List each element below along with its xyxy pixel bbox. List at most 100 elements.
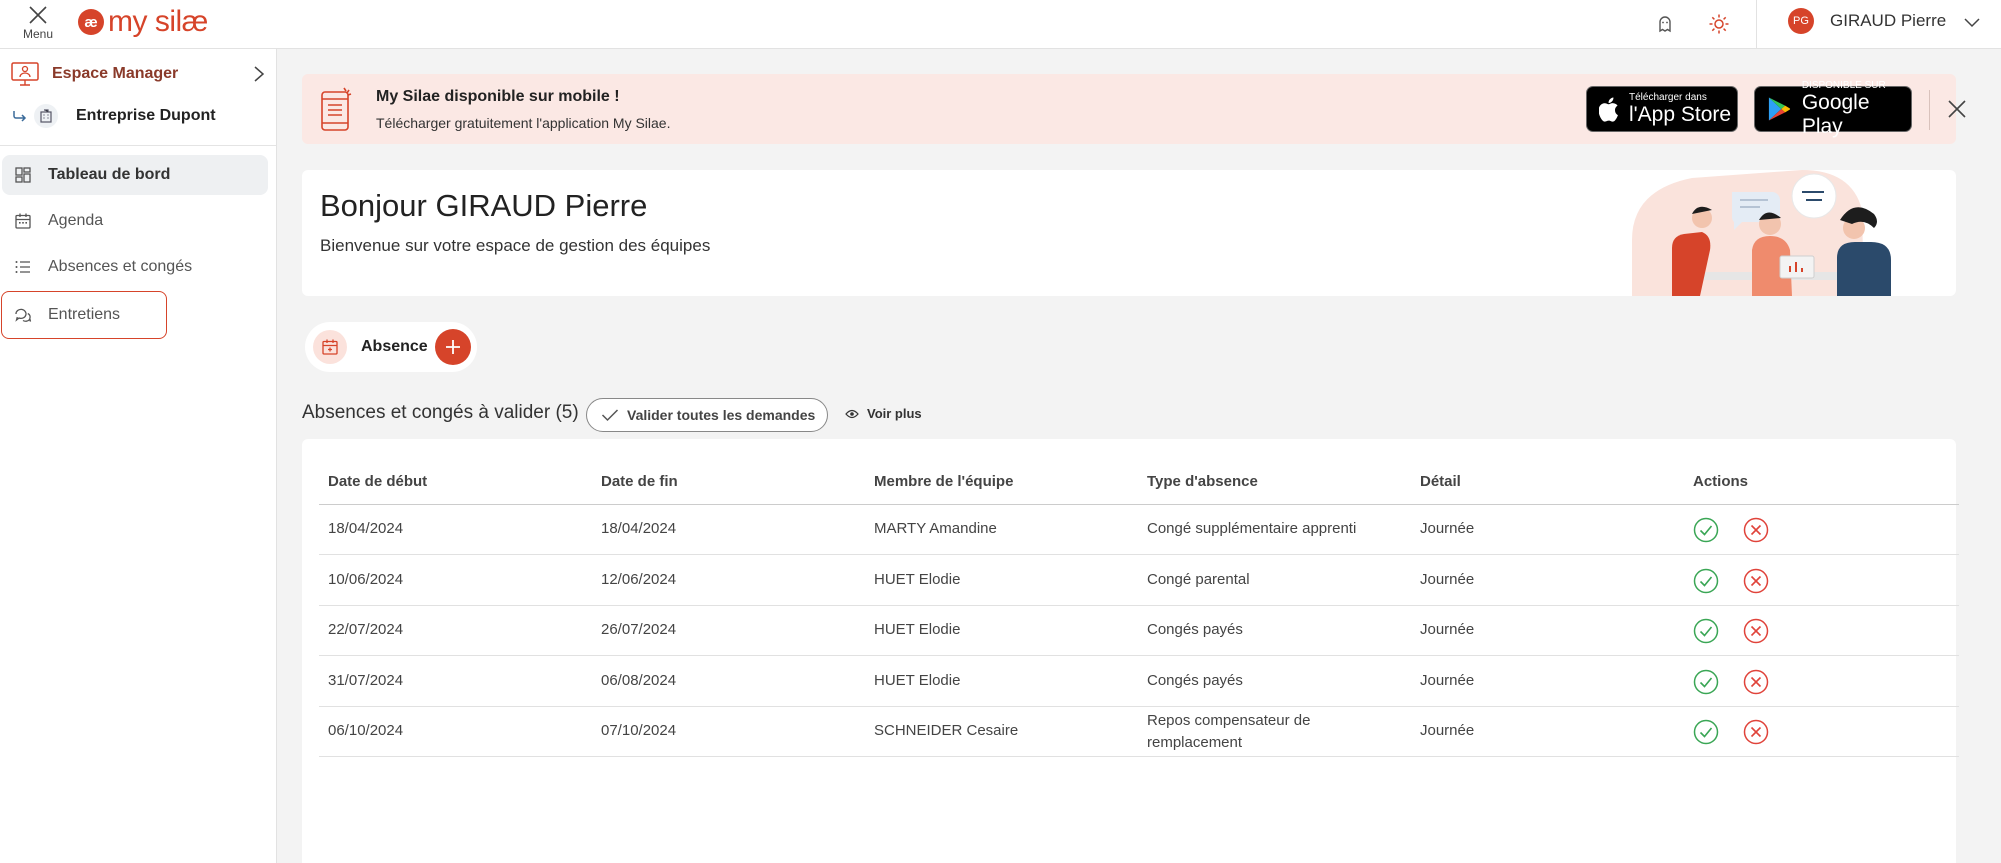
- welcome-subtitle: Bienvenue sur votre espace de gestion de…: [320, 236, 711, 255]
- space-selector[interactable]: Espace Manager: [10, 59, 267, 89]
- space-label: Espace Manager: [52, 65, 179, 82]
- close-icon[interactable]: [1946, 98, 1968, 120]
- table-row: 31/07/2024 06/08/2024 HUET Elodie Congés pa…: [319, 657, 1959, 707]
- cell-end: 18/04/2024: [601, 520, 677, 537]
- approve-icon[interactable]: [1693, 568, 1719, 594]
- absence-label: Absence: [361, 338, 428, 355]
- user-name[interactable]: GIRAUD Pierre: [1830, 11, 1946, 31]
- reject-icon[interactable]: [1743, 669, 1769, 695]
- theme-toggle-button[interactable]: [1704, 9, 1734, 39]
- banner-divider: [1929, 90, 1930, 130]
- menu-button[interactable]: Menu: [18, 4, 58, 44]
- see-more-link[interactable]: Voir plus: [845, 406, 922, 421]
- manager-space-icon: [11, 62, 39, 86]
- column-header[interactable]: Date de fin: [601, 473, 678, 490]
- cell-start: 10/06/2024: [328, 570, 404, 588]
- topbar-divider: [1756, 0, 1757, 49]
- app-store-big-text: l'App Store: [1629, 102, 1732, 126]
- mobile-app-banner: My Silae disponible sur mobile ! Télécha…: [302, 74, 1966, 144]
- cell-member: MARTY Amandine: [874, 520, 997, 537]
- logo[interactable]: æ my silæ: [78, 4, 208, 40]
- sub-arrow-icon: [13, 111, 27, 122]
- menu-label: Menu: [22, 27, 54, 41]
- cell-start: 18/04/2024: [328, 520, 404, 537]
- validations-table: Date de début Date de fin Membre de l'éq…: [302, 439, 1959, 863]
- sidebar-item-agenda[interactable]: Agenda: [2, 201, 268, 241]
- validate-all-button[interactable]: Valider toutes les demandes: [586, 398, 828, 432]
- plus-icon: [446, 340, 460, 354]
- absence-quick-action: Absence: [305, 322, 477, 372]
- cell-member: SCHNEIDER Cesaire: [874, 722, 1019, 739]
- apple-icon: [1599, 97, 1618, 122]
- calendar-icon: [15, 213, 31, 229]
- validate-all-label: Valider toutes les demandes: [627, 407, 816, 423]
- list-icon: [15, 261, 30, 273]
- sidebar-item-absences[interactable]: Absences et congés: [2, 247, 268, 287]
- company-icon: [34, 104, 58, 128]
- validations-title: Absences et congés à valider (5): [302, 402, 579, 423]
- column-header[interactable]: Membre de l'équipe: [874, 473, 1013, 490]
- banner-title: My Silae disponible sur mobile !: [376, 88, 620, 105]
- sidebar-item-label: Entretiens: [48, 306, 121, 323]
- add-absence-button[interactable]: [435, 329, 471, 365]
- absence-icon-wrap: [313, 330, 347, 364]
- welcome-title: Bonjour GIRAUD Pierre: [320, 188, 648, 223]
- cell-detail: Journée: [1420, 722, 1475, 739]
- reject-icon[interactable]: [1743, 568, 1769, 594]
- cell-detail: Journée: [1420, 671, 1475, 689]
- table-row: 18/04/2024 18/04/2024 MARTY Amandine Congé …: [319, 505, 1959, 555]
- cell-detail: Journée: [1420, 570, 1475, 588]
- cell-detail: Journée: [1420, 621, 1475, 638]
- sidebar-item-label: Tableau de bord: [48, 166, 171, 183]
- company-selector[interactable]: Entreprise Dupont: [12, 101, 269, 131]
- team-meeting-illustration: [1632, 170, 1891, 296]
- reject-icon[interactable]: [1743, 618, 1769, 644]
- app-store-button[interactable]: Télécharger dans l'App Store: [1586, 86, 1738, 132]
- chevron-down-icon[interactable]: [1962, 12, 1982, 32]
- approve-icon[interactable]: [1693, 618, 1719, 644]
- cell-start: 31/07/2024: [328, 671, 404, 689]
- approve-icon[interactable]: [1693, 669, 1719, 695]
- welcome-card: Bonjour GIRAUD Pierre Bienvenue sur votr…: [302, 170, 1956, 296]
- cell-type: Congé supplémentaire apprenti: [1147, 520, 1357, 537]
- google-play-big-text: Google Play: [1801, 90, 1870, 138]
- sidebar-item-dashboard[interactable]: Tableau de bord: [2, 155, 268, 195]
- reject-icon[interactable]: [1743, 719, 1769, 745]
- ghost-button[interactable]: [1650, 9, 1680, 39]
- google-play-button[interactable]: DISPONIBLE SUR Google Play: [1754, 80, 1912, 138]
- sidebar: Espace Manager Entreprise Dupont Tableau…: [0, 49, 277, 863]
- phone-app-icon: [321, 87, 352, 131]
- cell-type-line: Repos compensateur de: [1147, 712, 1311, 729]
- cell-detail: Journée: [1420, 520, 1475, 537]
- sidebar-item-entretiens[interactable]: Entretiens: [1, 291, 167, 339]
- sidebar-divider: [0, 145, 276, 146]
- see-more-label: Voir plus: [867, 406, 922, 421]
- cell-type-line: remplacement: [1147, 734, 1243, 751]
- column-header[interactable]: Type d'absence: [1147, 473, 1258, 490]
- company-label: Entreprise Dupont: [76, 107, 216, 124]
- sun-icon: [1709, 14, 1729, 34]
- chevron-right-icon: [254, 66, 265, 82]
- cell-end: 07/10/2024: [601, 722, 677, 739]
- cell-end: 26/07/2024: [601, 621, 677, 638]
- google-play-icon: [1768, 97, 1791, 121]
- cell-type: Congés payés: [1147, 671, 1243, 689]
- avatar[interactable]: PG: [1788, 8, 1814, 34]
- google-play-small-text: DISPONIBLE SUR: [1801, 79, 1886, 91]
- logo-mark: æ: [78, 9, 104, 35]
- column-header: Actions: [1693, 473, 1749, 490]
- ghost-icon: [1659, 16, 1671, 33]
- column-header[interactable]: Détail: [1420, 473, 1461, 490]
- table-row: 10/06/2024 12/06/2024 HUET Elodie Congé par…: [319, 556, 1959, 606]
- reject-icon[interactable]: [1743, 517, 1769, 543]
- banner-subtitle: Télécharger gratuitement l'application M…: [376, 115, 671, 131]
- cell-type: Congé parental: [1147, 570, 1250, 588]
- column-header[interactable]: Date de début: [328, 473, 427, 490]
- chat-icon: [15, 308, 32, 322]
- cell-end: 06/08/2024: [601, 671, 677, 689]
- cell-type: Congés payés: [1147, 621, 1243, 638]
- approve-icon[interactable]: [1693, 517, 1719, 543]
- cell-start: 22/07/2024: [328, 621, 404, 638]
- cell-start: 06/10/2024: [328, 722, 404, 739]
- approve-icon[interactable]: [1693, 719, 1719, 745]
